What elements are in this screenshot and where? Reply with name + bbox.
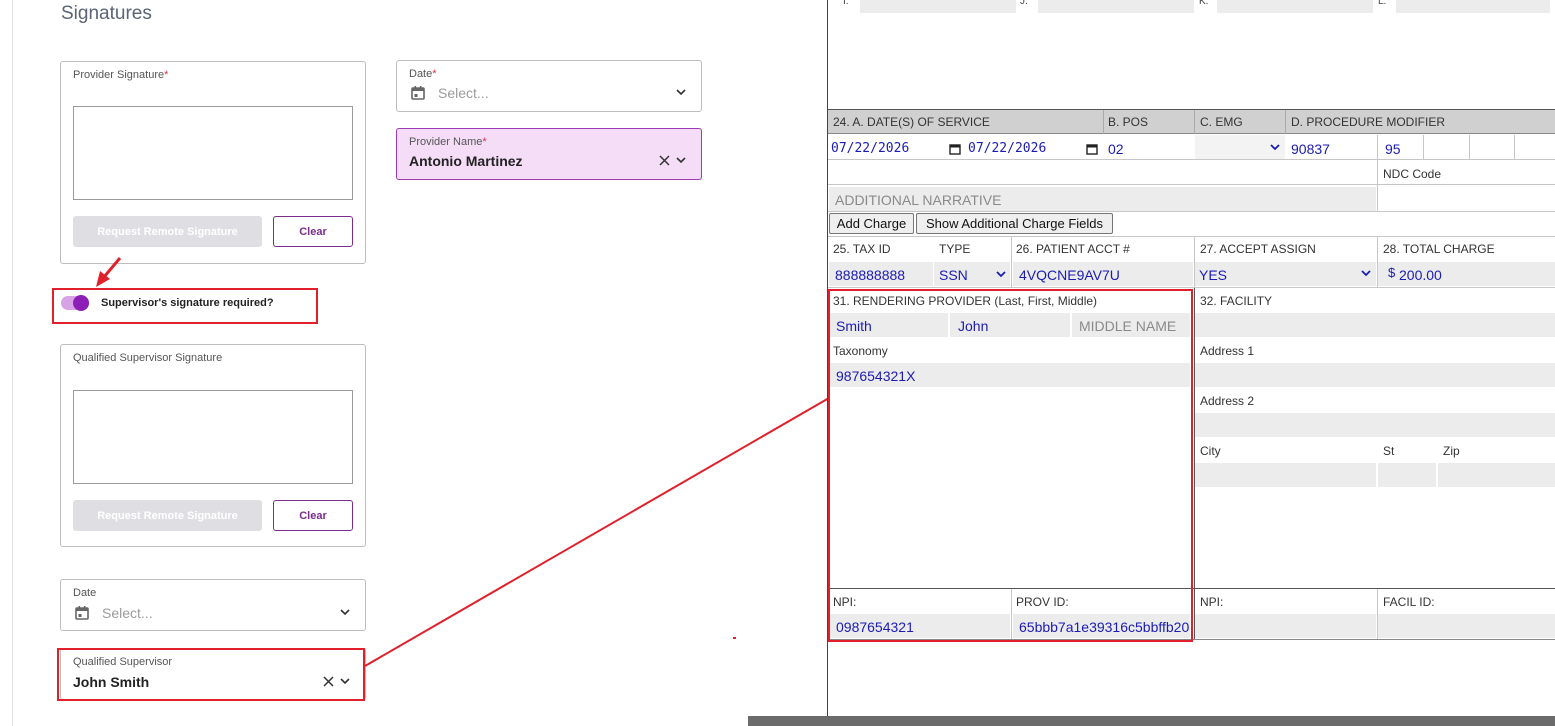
facility-name-input[interactable] [1195, 313, 1555, 337]
procedure-header: D. PROCEDURE MODIFIER [1291, 115, 1446, 129]
cell-divider [1377, 160, 1378, 184]
accept-assign-label: 27. ACCEPT ASSIGN [1200, 242, 1316, 256]
city-label: City [1200, 444, 1221, 458]
header-divider [1285, 110, 1286, 134]
tax-id-label: 25. TAX ID [833, 242, 891, 256]
zip-label: Zip [1443, 444, 1460, 458]
type-value: SSN [939, 267, 968, 283]
facility-label: 32. FACILITY [1200, 294, 1273, 308]
emg-header: C. EMG [1200, 115, 1243, 129]
address2-label: Address 2 [1200, 394, 1255, 408]
row-divider [828, 236, 1555, 237]
letter-k: K. [1199, 0, 1209, 7]
accept-assign-value: YES [1199, 267, 1228, 283]
address1-input[interactable] [1195, 363, 1555, 387]
cell-divider [1469, 135, 1470, 159]
cell-divider [1377, 185, 1378, 211]
modifier-value[interactable]: 95 [1385, 141, 1401, 157]
calendar-icon[interactable] [949, 143, 961, 155]
total-charge-input[interactable]: $ 200.00 [1378, 262, 1555, 286]
chevron-down-icon [1361, 270, 1371, 277]
accept-assign-select[interactable]: YES [1195, 262, 1376, 286]
tax-id-input[interactable]: 888888888 [829, 262, 933, 286]
facil-id-input[interactable] [1378, 614, 1555, 638]
pos-header: B. POS [1108, 115, 1149, 129]
narrative-placeholder: ADDITIONAL NARRATIVE [835, 192, 1002, 208]
additional-narrative-input[interactable]: ADDITIONAL NARRATIVE [829, 187, 1376, 211]
type-select[interactable]: SSN [934, 262, 1010, 286]
add-charge-button[interactable]: Add Charge [829, 213, 914, 234]
header-divider [1103, 110, 1104, 134]
service-date-to[interactable]: 07/22/2026 [968, 141, 1046, 156]
show-additional-charge-fields-button[interactable]: Show Additional Charge Fields [916, 213, 1113, 234]
service-date-from[interactable]: 07/22/2026 [831, 141, 909, 156]
chevron-down-icon[interactable] [1270, 144, 1280, 151]
facility-npi-label: NPI: [1200, 595, 1224, 609]
diagnosis-input-j[interactable] [1038, 0, 1194, 13]
patient-acct-label: 26. PATIENT ACCT # [1016, 242, 1130, 256]
calendar-icon[interactable] [1086, 143, 1098, 155]
facil-id-label: FACIL ID: [1383, 595, 1435, 609]
diagnosis-input-k[interactable] [1217, 0, 1373, 13]
date-of-service-header: 24. A. DATE(S) OF SERVICE [833, 115, 990, 129]
total-charge-label: 28. TOTAL CHARGE [1383, 242, 1495, 256]
address2-input[interactable] [1195, 413, 1555, 437]
total-charge-value: 200.00 [1399, 267, 1442, 283]
cell-divider [1423, 135, 1424, 159]
procedure-value[interactable]: 90837 [1291, 141, 1330, 157]
zip-input[interactable] [1438, 463, 1555, 487]
address1-label: Address 1 [1200, 344, 1255, 358]
state-label: St [1383, 444, 1395, 458]
rendering-provider-highlight [828, 289, 1193, 642]
currency-symbol: $ [1388, 265, 1396, 280]
cell-divider [1377, 135, 1378, 159]
diagnosis-input-i[interactable] [860, 0, 1016, 13]
tax-id-value: 888888888 [835, 267, 906, 283]
diagnosis-input-l[interactable] [1396, 0, 1550, 13]
patient-acct-input[interactable]: 4VQCNE9AV7U [1013, 262, 1193, 286]
header-divider [1194, 110, 1195, 134]
cell-divider [1514, 135, 1515, 159]
horizontal-scrollbar[interactable] [748, 716, 1555, 726]
row-divider [828, 287, 1555, 288]
patient-acct-value: 4VQCNE9AV7U [1019, 267, 1120, 283]
facility-npi-input[interactable] [1195, 614, 1376, 638]
ndc-code-label: NDC Code [1383, 167, 1442, 181]
type-label: TYPE [939, 242, 971, 256]
row-divider [828, 211, 1555, 212]
letter-i: I. [843, 0, 849, 7]
city-input[interactable] [1195, 463, 1376, 487]
row-divider [828, 159, 1555, 160]
pos-value[interactable]: 02 [1108, 141, 1124, 157]
letter-j: J. [1020, 0, 1028, 7]
row-divider [828, 184, 1555, 185]
state-input[interactable] [1378, 463, 1436, 487]
chevron-down-icon [996, 271, 1006, 278]
cell-divider [1011, 237, 1012, 287]
letter-l: L. [1378, 0, 1387, 7]
